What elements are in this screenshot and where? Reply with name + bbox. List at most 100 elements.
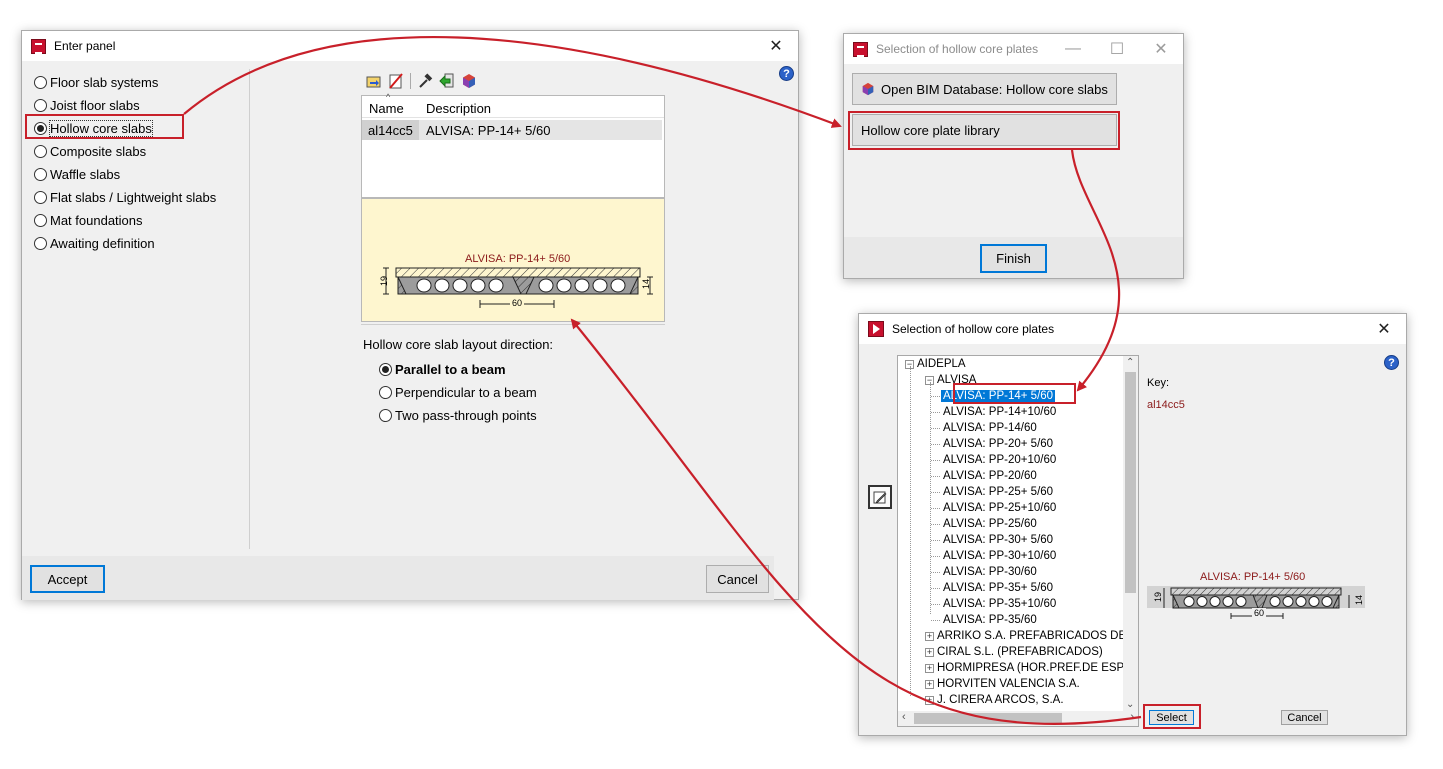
tree-root[interactable]: − AIDEPLA — [905, 356, 966, 372]
tree-item-label: ALVISA: PP-30/60 — [943, 566, 1037, 578]
title-bar[interactable]: Selection of hollow core plates ✕ — [859, 314, 1406, 344]
key-value: al14cc5 — [1147, 399, 1185, 411]
floor-type-option[interactable]: Mat foundations — [34, 213, 143, 228]
tree-item[interactable]: ALVISA: PP-25+ 5/60 — [931, 484, 1053, 500]
tree-root-label: AIDEPLA — [917, 358, 966, 370]
tree-group[interactable]: + J. CIRERA ARCOS, S.A. — [925, 692, 1064, 708]
radio-button[interactable] — [379, 409, 392, 422]
tree-item[interactable]: ALVISA: PP-35+ 5/60 — [931, 580, 1053, 596]
edit-entry-button[interactable] — [868, 485, 892, 509]
table-header: ^ Name Description — [362, 92, 664, 118]
expand-icon[interactable]: + — [925, 647, 934, 657]
cancel-button[interactable]: Cancel — [706, 565, 769, 593]
help-icon[interactable]: ? — [1384, 355, 1399, 370]
tree-connector — [931, 427, 940, 429]
close-icon[interactable]: ✕ — [1362, 314, 1406, 344]
finish-button[interactable]: Finish — [980, 244, 1047, 273]
tree-connector — [931, 619, 940, 621]
highlight-hollow-core-slabs — [25, 114, 184, 139]
tree-group[interactable]: + HORMIPRESA (HOR.PREF.DE ESPA — [925, 660, 1124, 676]
layout-option[interactable]: Parallel to a beam — [379, 362, 506, 377]
layout-option-label: Parallel to a beam — [395, 362, 506, 377]
column-header-name[interactable]: Name — [369, 101, 419, 116]
radio-button[interactable] — [379, 386, 392, 399]
tree-group[interactable]: + HORVITEN VALENCIA S.A. — [925, 676, 1080, 692]
tree-connector — [931, 395, 940, 397]
import-icon[interactable] — [439, 73, 455, 89]
tree-item[interactable]: ALVISA: PP-25+10/60 — [931, 500, 1056, 516]
minimize-icon[interactable]: — — [1051, 34, 1095, 64]
edit-open-icon[interactable] — [366, 73, 382, 89]
scroll-thumb[interactable] — [1125, 372, 1136, 593]
tree-item[interactable]: ALVISA: PP-35+10/60 — [931, 596, 1056, 612]
floor-type-option[interactable]: Waffle slabs — [34, 167, 120, 182]
scroll-left-icon[interactable]: ‹ — [902, 711, 906, 723]
layout-option-label: Two pass-through points — [395, 408, 537, 423]
tree-connector — [931, 587, 940, 589]
help-icon[interactable]: ? — [779, 66, 794, 81]
selection-dialog-tree: Selection of hollow core plates ✕ − AIDE… — [858, 313, 1407, 736]
close-icon[interactable]: ✕ — [1139, 34, 1183, 64]
tree-connector — [931, 443, 940, 445]
scroll-up-icon[interactable]: ⌃ — [1126, 357, 1134, 368]
play-logo-icon — [868, 321, 884, 337]
tree-item[interactable]: ALVISA: PP-14+10/60 — [931, 404, 1056, 420]
scroll-thumb[interactable] — [914, 713, 1062, 724]
radio-button[interactable] — [34, 237, 47, 250]
column-header-description[interactable]: Description — [426, 101, 491, 116]
expand-icon[interactable]: + — [925, 631, 934, 641]
floor-type-option[interactable]: Joist floor slabs — [34, 98, 140, 113]
layout-option[interactable]: Perpendicular to a beam — [379, 385, 537, 400]
expand-icon[interactable]: + — [925, 695, 934, 705]
bim-cube-icon[interactable] — [461, 73, 477, 89]
delete-icon[interactable] — [388, 73, 404, 89]
hammer-icon[interactable] — [417, 73, 433, 89]
horizontal-scrollbar[interactable]: ‹ › — [898, 711, 1138, 726]
radio-button[interactable] — [34, 191, 47, 204]
tree-group[interactable]: + ARRIKO S.A. PREFABRICADOS DE H — [925, 628, 1124, 644]
tree-item-label: ALVISA: PP-20+10/60 — [943, 454, 1057, 466]
radio-button[interactable] — [379, 363, 392, 376]
bim-cube-icon — [862, 82, 874, 96]
floor-type-option[interactable]: Flat slabs / Lightweight slabs — [34, 190, 216, 205]
tree-item[interactable]: ALVISA: PP-25/60 — [931, 516, 1037, 532]
layout-option[interactable]: Two pass-through points — [379, 408, 537, 423]
tree-item[interactable]: ALVISA: PP-35/60 — [931, 612, 1037, 628]
plate-tree[interactable]: − AIDEPLA − ALVISA ALVISA: PP-14+ 5/60 AL… — [897, 355, 1139, 727]
accept-button[interactable]: Accept — [30, 565, 105, 593]
expand-icon[interactable]: + — [925, 663, 934, 673]
tree-connector — [931, 507, 940, 509]
tree-item[interactable]: ALVISA: PP-20+10/60 — [931, 452, 1056, 468]
expand-icon[interactable]: + — [925, 679, 934, 689]
close-icon[interactable]: ✕ — [754, 31, 798, 61]
floor-type-option[interactable]: Floor slab systems — [34, 75, 158, 90]
floor-type-option[interactable]: Composite slabs — [34, 144, 146, 159]
tree-connector — [931, 571, 940, 573]
vertical-scrollbar[interactable]: ⌃ ⌄ — [1123, 356, 1138, 711]
tree-item-label: ALVISA: PP-30+ 5/60 — [943, 534, 1054, 546]
tree-item[interactable]: ALVISA: PP-20+ 5/60 — [931, 436, 1053, 452]
scroll-right-icon[interactable]: › — [1130, 711, 1134, 723]
floor-type-option[interactable]: Awaiting definition — [34, 236, 155, 251]
tree-item[interactable]: ALVISA: PP-20/60 — [931, 468, 1037, 484]
tree-item[interactable]: ALVISA: PP-30+10/60 — [931, 548, 1056, 564]
radio-button[interactable] — [34, 99, 47, 112]
open-bim-database-button[interactable]: Open BIM Database: Hollow core slabs — [852, 73, 1117, 105]
tree-content: − AIDEPLA − ALVISA ALVISA: PP-14+ 5/60 AL… — [898, 356, 1124, 711]
scroll-down-icon[interactable]: ⌄ — [1126, 699, 1134, 710]
tree-item[interactable]: ALVISA: PP-30+ 5/60 — [931, 532, 1053, 548]
tree-item[interactable]: ALVISA: PP-30/60 — [931, 564, 1037, 580]
layout-divider — [361, 324, 665, 325]
table-row[interactable]: al14cc5 ALVISA: PP-14+ 5/60 — [362, 120, 662, 140]
radio-button[interactable] — [34, 168, 47, 181]
title-bar[interactable]: Enter panel ✕ — [22, 31, 798, 61]
tree-connector — [931, 475, 940, 477]
radio-button[interactable] — [34, 145, 47, 158]
radio-button[interactable] — [34, 214, 47, 227]
tree-group[interactable]: + CIRAL S.L. (PREFABRICADOS) — [925, 644, 1103, 660]
title-bar[interactable]: Selection of hollow core plates — ☐ ✕ — [844, 34, 1183, 64]
radio-button[interactable] — [34, 76, 47, 89]
cancel-button[interactable]: Cancel — [1281, 710, 1328, 725]
maximize-icon[interactable]: ☐ — [1095, 34, 1139, 64]
tree-item[interactable]: ALVISA: PP-14/60 — [931, 420, 1037, 436]
